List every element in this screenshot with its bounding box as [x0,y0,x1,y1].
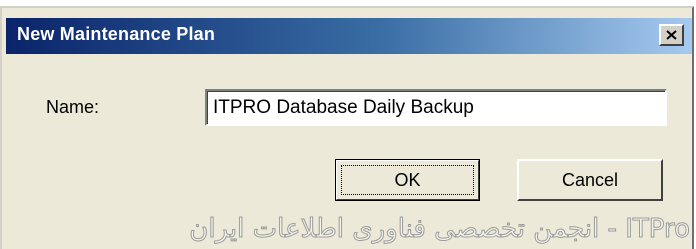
name-label: Name: [46,97,100,117]
dialog-title: New Maintenance Plan [17,24,216,44]
close-button[interactable] [659,24,684,46]
cancel-button[interactable]: Cancel [517,159,663,201]
focus-ring [341,165,474,195]
title-bar[interactable]: New Maintenance Plan [6,18,692,54]
watermark: ITPro - انجمن تخصصی فناوری اطلاعات ایران [189,214,690,245]
name-input[interactable] [205,89,667,126]
close-icon [666,30,677,40]
ok-button[interactable]: OK [335,159,480,201]
new-maintenance-plan-dialog: New Maintenance Plan Name: OK Cancel [0,6,694,249]
cancel-button-label: Cancel [561,169,619,190]
